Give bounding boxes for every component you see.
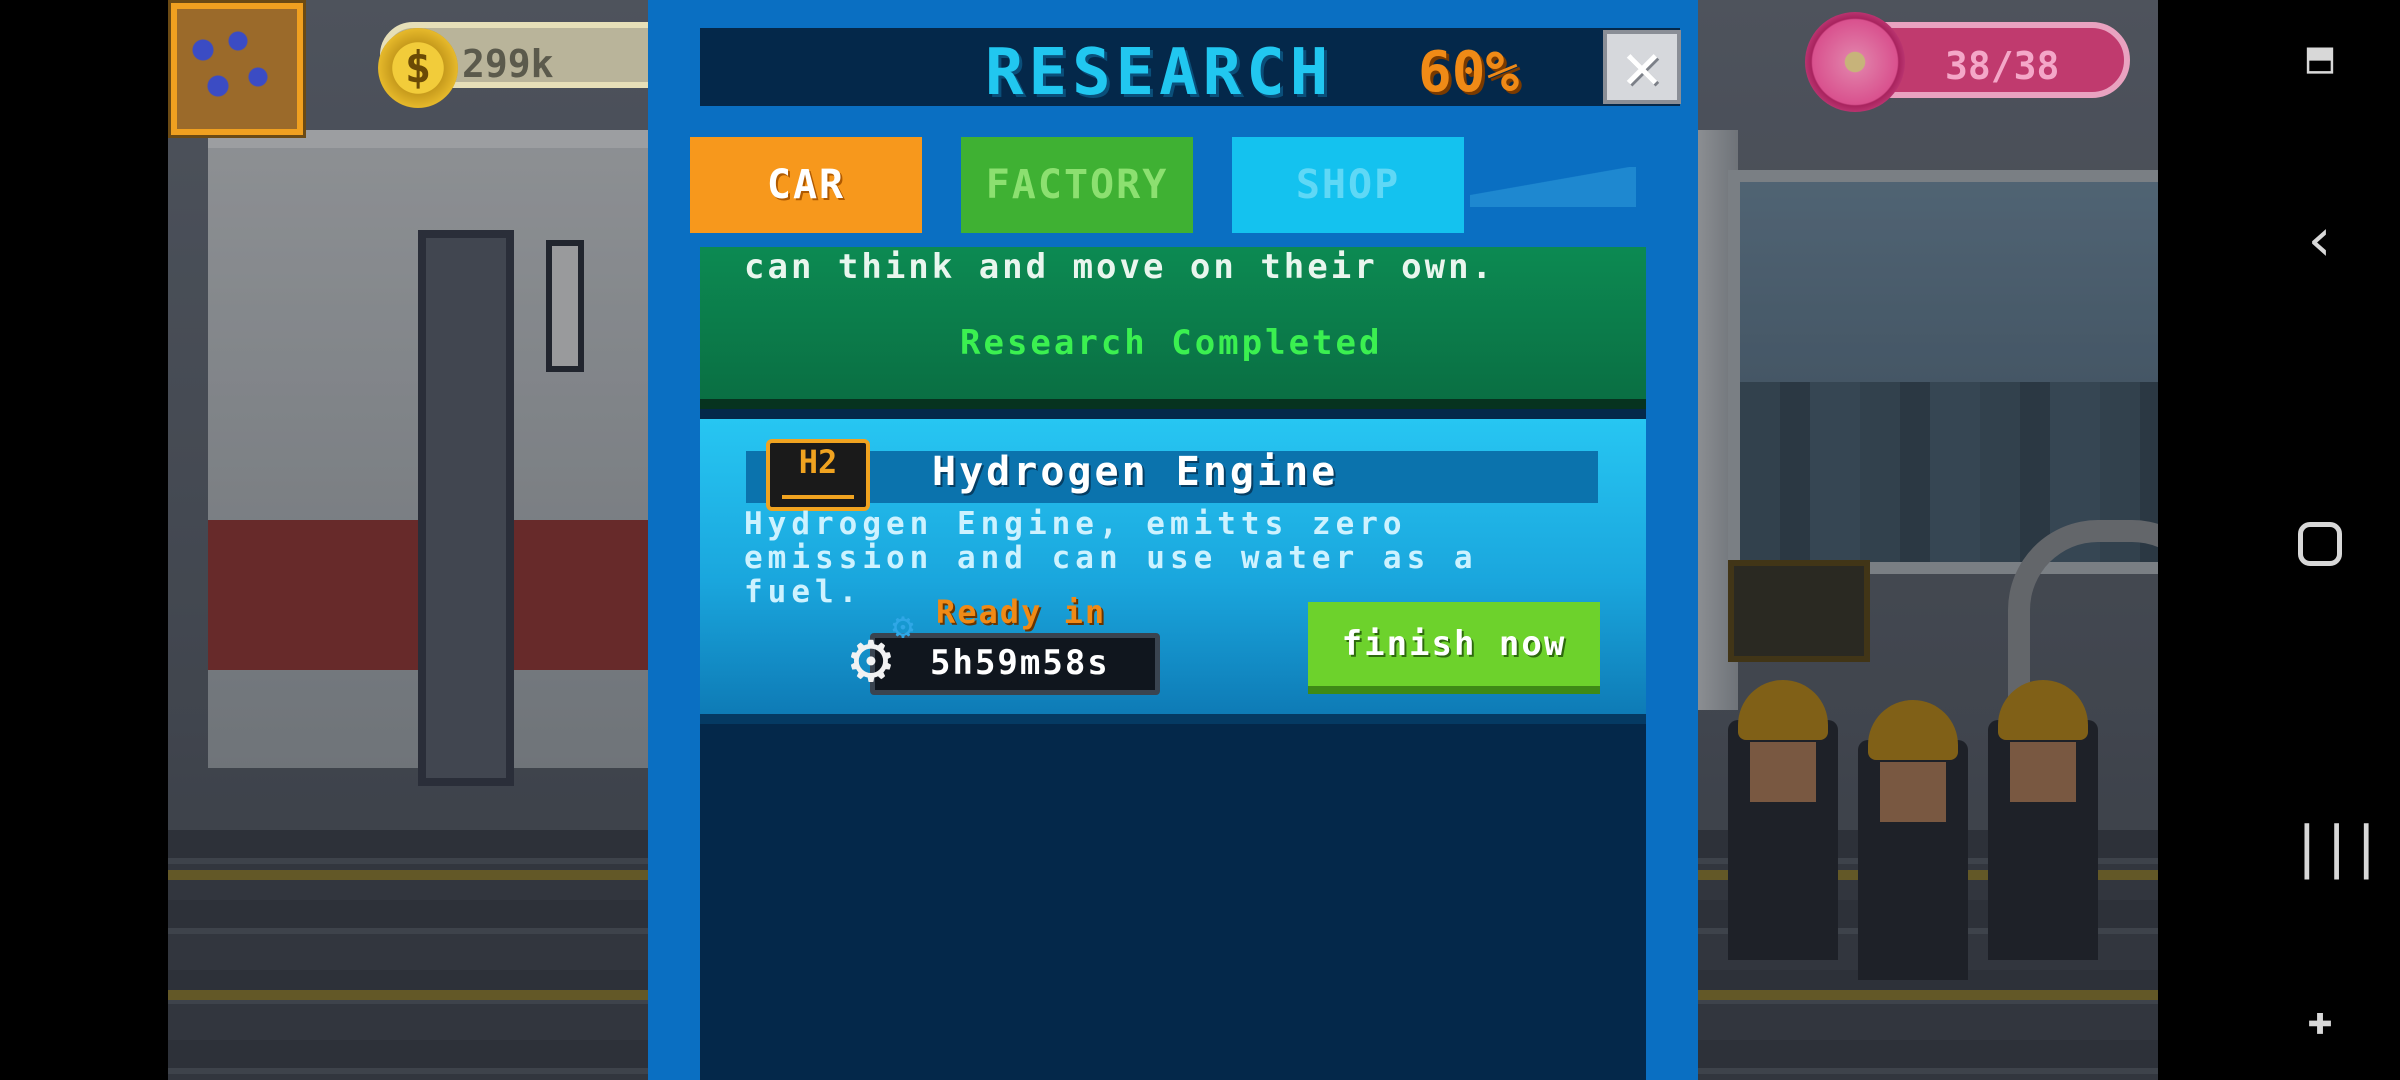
coin-icon: $ (378, 28, 458, 108)
research-title-hydrogen-engine: Hydrogen Engine (932, 449, 1339, 495)
research-description: can think and move on their own. (744, 247, 1496, 287)
h2-engine-icon: H2 (766, 439, 870, 511)
system-nav-bar (2160, 0, 2400, 1080)
player-portrait[interactable] (168, 0, 306, 138)
close-button[interactable]: ✕ (1603, 30, 1681, 104)
home-icon[interactable] (2290, 514, 2350, 574)
money-value: 299k (462, 42, 554, 86)
recent-apps-icon[interactable]: ||| (2290, 818, 2383, 878)
research-timer: 5h59m58s (930, 643, 1110, 683)
ready-in-label: Ready in (936, 593, 1107, 631)
donut-count: 38/38 (1945, 44, 2060, 88)
research-title: RESEARCH (985, 36, 1334, 110)
small-gear-icon: ⚙ (892, 606, 914, 647)
research-completed-label: Research Completed (960, 323, 1383, 363)
research-list[interactable]: can think and move on their own. Researc… (700, 247, 1646, 1080)
tab-car[interactable]: CAR (690, 137, 922, 233)
research-card-completed: can think and move on their own. Researc… (700, 247, 1646, 409)
research-description: Hydrogen Engine, emitts zero emission an… (744, 506, 1478, 610)
tab-bar-decoration (1470, 167, 1636, 207)
back-icon[interactable]: ‹ (2290, 210, 2350, 270)
finish-now-button[interactable]: finish now (1308, 602, 1600, 694)
donut-icon (1805, 12, 1905, 112)
research-percent: 60% (1418, 40, 1520, 105)
accessibility-icon[interactable]: ⬒ (2290, 28, 2350, 88)
research-card-hydrogen-engine: H2 Hydrogen Engine Hydrogen Engine, emit… (700, 419, 1646, 724)
tab-factory[interactable]: FACTORY (961, 137, 1193, 233)
tab-shop[interactable]: SHOP (1232, 137, 1464, 233)
game-tools-icon[interactable]: ✚ (2290, 990, 2350, 1050)
